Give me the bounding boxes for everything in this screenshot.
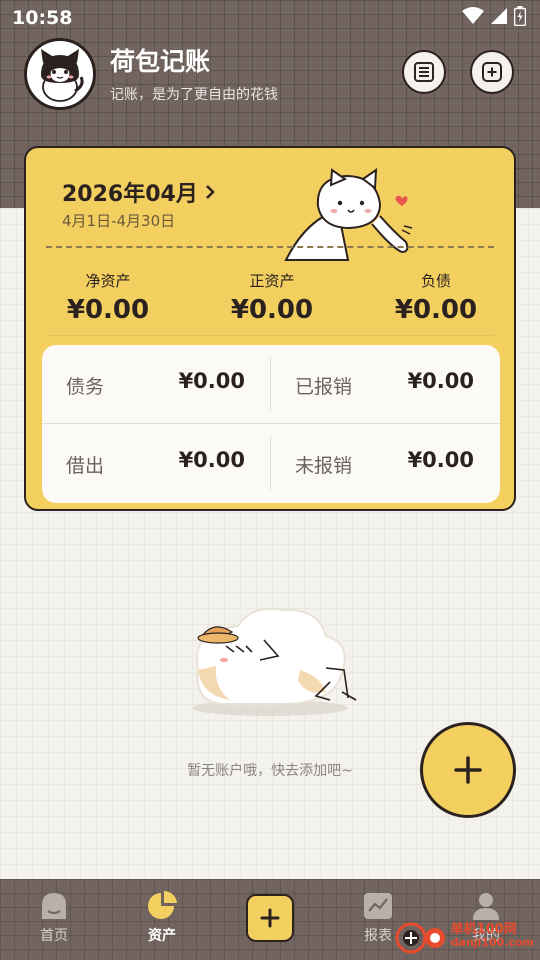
stat-divider (46, 335, 494, 336)
detail-label: 债务 (66, 376, 105, 398)
detail-value: ¥0.00 (178, 448, 245, 472)
month-selector[interactable]: 2026年04月 (62, 176, 216, 208)
chevron-right-icon (205, 185, 215, 199)
app-slogan: 记账，是为了更自由的花钱 (110, 87, 278, 103)
signal-icon (491, 8, 507, 24)
stat-value: ¥0.00 (230, 295, 314, 325)
add-account-fab[interactable] (420, 722, 516, 818)
detail-value: ¥0.00 (178, 369, 245, 393)
detail-label: 未报销 (295, 455, 353, 477)
lent-cell[interactable]: 借出 ¥0.00 (42, 424, 271, 503)
plus-icon (454, 756, 482, 784)
month-range: 4月1日-4月30日 (62, 212, 176, 230)
add-record-button[interactable] (246, 894, 294, 942)
profile-icon (473, 893, 499, 920)
detail-panel: 债务 ¥0.00 已报销 ¥0.00 借出 ¥0.00 未报销 ¥0.00 (42, 345, 500, 503)
status-time: 10:58 (12, 7, 73, 29)
watermark-line1: 单机100网 (450, 921, 517, 937)
detail-label: 借出 (66, 455, 105, 477)
cat-avatar-icon (41, 49, 84, 102)
status-icons (462, 6, 526, 26)
positive-assets-stat: 正资产 ¥0.00 (190, 270, 354, 325)
watermark-logo-icon (395, 922, 445, 954)
detail-value: ¥0.00 (407, 369, 474, 393)
reimbursed-cell[interactable]: 已报销 ¥0.00 (271, 345, 500, 424)
detail-label: 已报销 (295, 376, 353, 398)
report-icon (364, 893, 392, 919)
watermark-line2: danji100.com (450, 936, 534, 950)
unreimbursed-cell[interactable]: 未报销 ¥0.00 (271, 424, 500, 503)
add-account-button[interactable] (470, 50, 514, 94)
tab-assets[interactable]: 资产 (122, 889, 202, 945)
wifi-icon (462, 7, 484, 24)
app-title: 荷包记账 (110, 47, 211, 76)
add-icon (482, 62, 502, 82)
stat-label: 净资产 (85, 272, 131, 290)
net-assets-stat: 净资产 ¥0.00 (26, 270, 190, 325)
avatar[interactable] (24, 38, 96, 110)
liabilities-stat: 负债 ¥0.00 (354, 270, 518, 325)
battery-icon (514, 6, 526, 26)
stat-value: ¥0.00 (66, 295, 150, 325)
watermark: 单机100网 danji100.com (395, 918, 534, 954)
tab-home[interactable]: 首页 (14, 889, 94, 945)
pie-chart-icon (148, 890, 177, 919)
debt-cell[interactable]: 债务 ¥0.00 (42, 345, 271, 424)
stat-label: 负债 (420, 272, 451, 290)
tab-label: 首页 (40, 928, 68, 944)
vertical-divider (270, 436, 271, 490)
plus-icon (260, 908, 280, 928)
sleeping-blob-illustration (192, 607, 357, 716)
horizontal-divider (42, 423, 500, 424)
stat-value: ¥0.00 (394, 295, 478, 325)
vertical-divider (270, 357, 271, 411)
detail-value: ¥0.00 (407, 448, 474, 472)
cat-illustration (284, 168, 413, 261)
month-title: 2026年04月 (62, 182, 198, 207)
tab-label: 资产 (148, 928, 176, 944)
list-icon (414, 62, 434, 82)
asset-summary-card: 2026年04月 4月1日-4月30日 净资产 ¥0.00 正资产 ¥0.00 … (24, 146, 516, 511)
list-button[interactable] (402, 50, 446, 94)
home-icon (42, 893, 66, 919)
dashed-divider (46, 246, 494, 248)
stat-label: 正资产 (249, 272, 295, 290)
status-bar: 10:58 (0, 0, 540, 38)
